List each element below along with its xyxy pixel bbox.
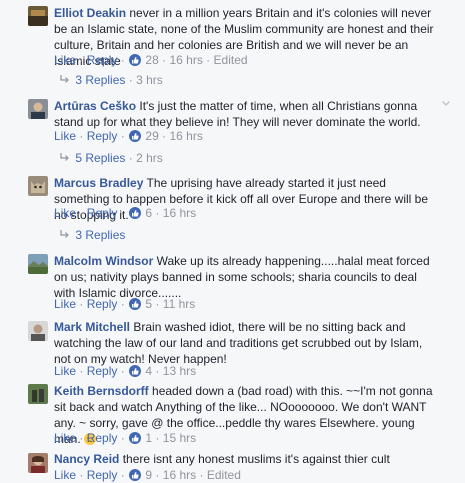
- replies-time: 2 hrs: [136, 151, 163, 165]
- like-button[interactable]: Like: [54, 206, 76, 220]
- comment-author[interactable]: Malcolm Windsor: [54, 254, 153, 268]
- like-button[interactable]: Like: [54, 468, 76, 482]
- like-count[interactable]: 9: [145, 468, 152, 482]
- like-icon: [129, 469, 142, 481]
- comment-author[interactable]: Marcus Bradley: [54, 176, 143, 190]
- comment-actions: Like · Reply · 1 · 15 hrs: [54, 431, 197, 445]
- reply-button[interactable]: Reply: [87, 53, 118, 67]
- like-count[interactable]: 28: [145, 53, 158, 67]
- avatar[interactable]: [28, 453, 48, 473]
- like-icon: [129, 298, 142, 310]
- replies-link[interactable]: 3 Replies: [75, 228, 125, 242]
- comment-author[interactable]: Elliot Deakin: [54, 6, 126, 20]
- like-icon: [129, 130, 142, 142]
- avatar[interactable]: [28, 321, 48, 341]
- like-icon: [129, 432, 142, 444]
- avatar[interactable]: [28, 99, 48, 119]
- like-icon: [129, 54, 142, 66]
- view-replies[interactable]: 3 Replies: [60, 227, 125, 243]
- reply-arrow-icon: [60, 72, 72, 88]
- replies-link[interactable]: 5 Replies: [75, 151, 125, 165]
- like-count[interactable]: 5: [145, 297, 152, 311]
- view-replies[interactable]: 5 Replies · 2 hrs: [60, 150, 163, 166]
- comment-text: there isnt any honest muslims it's again…: [122, 452, 390, 466]
- comment-author[interactable]: Keith Bernsdorff: [54, 384, 149, 398]
- chevron-down-icon[interactable]: [441, 97, 451, 107]
- comment-actions: Like · Reply · 5 · 11 hrs: [54, 297, 196, 311]
- reply-button[interactable]: Reply: [87, 364, 118, 378]
- comment-body: Artūras Ceško It's just the matter of ti…: [54, 98, 439, 130]
- comment-author[interactable]: Artūras Ceško: [54, 99, 136, 113]
- like-count[interactable]: 4: [145, 364, 152, 378]
- comment-body: Malcolm Windsor Wake up its already happ…: [54, 253, 439, 301]
- reply-button[interactable]: Reply: [87, 206, 118, 220]
- like-button[interactable]: Like: [54, 297, 76, 311]
- comment-author[interactable]: Nancy Reid: [54, 452, 119, 466]
- reply-arrow-icon: [60, 227, 72, 243]
- timestamp[interactable]: 16 hrs: [169, 129, 202, 143]
- reply-button[interactable]: Reply: [87, 431, 118, 445]
- like-button[interactable]: Like: [54, 431, 76, 445]
- comment-body: Mark Mitchell Brain washed idiot, there …: [54, 319, 439, 367]
- like-button[interactable]: Like: [54, 364, 76, 378]
- like-count[interactable]: 1: [145, 431, 152, 445]
- edited-label[interactable]: Edited: [214, 53, 248, 67]
- timestamp[interactable]: 15 hrs: [163, 431, 196, 445]
- comment-actions: Like · Reply · 4 · 13 hrs: [54, 364, 197, 378]
- avatar[interactable]: [28, 254, 48, 274]
- replies-link[interactable]: 3 Replies: [75, 73, 125, 87]
- timestamp[interactable]: 11 hrs: [163, 297, 195, 311]
- like-count[interactable]: 29: [145, 129, 158, 143]
- comment-actions: Like · Reply · 28 · 16 hrs · Edited: [54, 53, 248, 67]
- timestamp[interactable]: 13 hrs: [163, 364, 196, 378]
- reply-button[interactable]: Reply: [87, 129, 118, 143]
- comment-actions: Like · Reply · 29 · 16 hrs: [54, 129, 203, 143]
- view-replies[interactable]: 3 Replies · 3 hrs: [60, 72, 163, 88]
- like-button[interactable]: Like: [54, 53, 76, 67]
- timestamp[interactable]: 16 hrs: [163, 468, 196, 482]
- comment-body: Nancy Reid there isnt any honest muslims…: [54, 451, 439, 467]
- like-button[interactable]: Like: [54, 129, 76, 143]
- avatar[interactable]: [28, 176, 48, 196]
- edited-label[interactable]: Edited: [207, 468, 241, 482]
- timestamp[interactable]: 16 hrs: [163, 206, 196, 220]
- comment-actions: Like · Reply · 6 · 16 hrs: [54, 206, 197, 220]
- comment-author[interactable]: Mark Mitchell: [54, 320, 130, 334]
- replies-time: 3 hrs: [136, 73, 163, 87]
- like-count[interactable]: 6: [145, 206, 152, 220]
- reply-arrow-icon: [60, 150, 72, 166]
- timestamp[interactable]: 16 hrs: [169, 53, 202, 67]
- reply-button[interactable]: Reply: [87, 297, 118, 311]
- like-icon: [129, 207, 142, 219]
- like-icon: [129, 365, 142, 377]
- avatar[interactable]: [28, 6, 48, 26]
- avatar[interactable]: [28, 384, 48, 404]
- reply-button[interactable]: Reply: [87, 468, 118, 482]
- comment-actions: Like · Reply · 9 · 16 hrs · Edited: [54, 468, 241, 482]
